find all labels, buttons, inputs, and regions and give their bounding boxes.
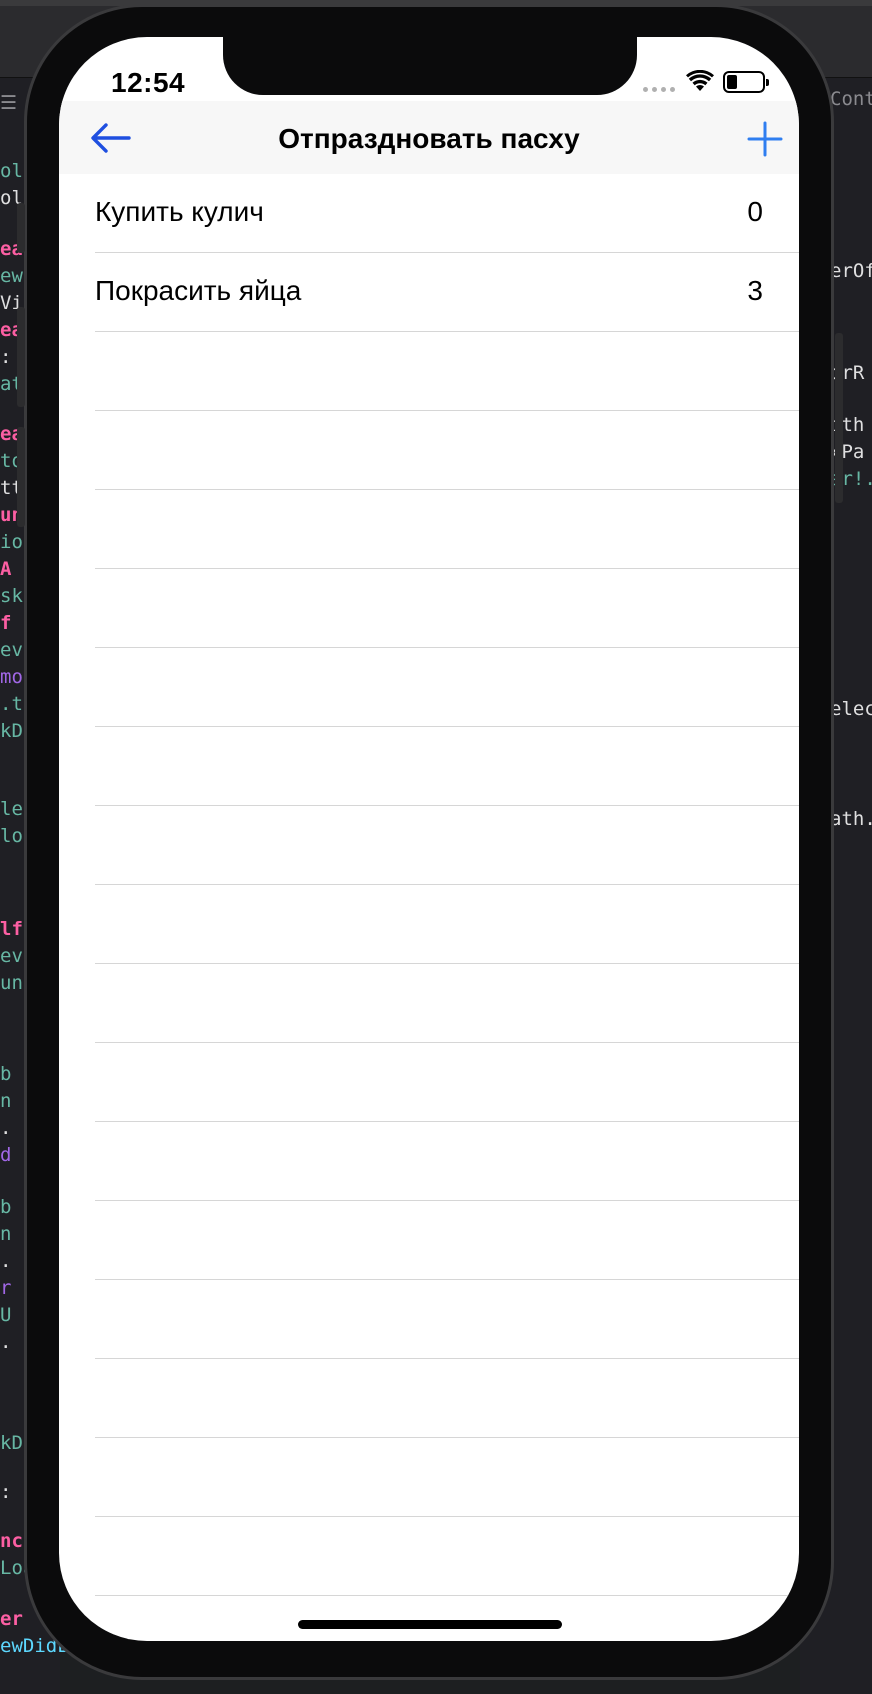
- empty-row: [95, 1438, 799, 1517]
- code-fragment: d: [0, 1144, 12, 1166]
- volume-up-button: [17, 307, 25, 407]
- task-count: 0: [747, 196, 763, 227]
- empty-row: [95, 411, 799, 490]
- code-fragment: io: [0, 531, 23, 553]
- code-fragment: n: [0, 1090, 12, 1112]
- code-fragment: er: [0, 1608, 23, 1630]
- code-fragment: un: [0, 972, 23, 994]
- plus-icon[interactable]: [745, 119, 785, 159]
- task-title: Купить кулич: [95, 196, 264, 227]
- table-row[interactable]: Купить кулич 0: [95, 174, 799, 253]
- wifi-icon: [686, 70, 714, 91]
- code-fragment: ev: [0, 639, 23, 661]
- code-fragment: sk: [0, 585, 23, 607]
- code-fragment: n: [0, 1223, 12, 1245]
- code-fragment: ev: [0, 945, 23, 967]
- code-fragment: :: [0, 346, 12, 368]
- code-fragment: erOf: [830, 260, 872, 282]
- empty-row: [95, 1517, 799, 1596]
- code-fragment: elec: [830, 698, 872, 720]
- battery-icon: [723, 71, 769, 93]
- code-fragment: .t: [0, 693, 23, 715]
- code-fragment: ew: [0, 265, 23, 287]
- code-fragment: kD: [0, 720, 23, 742]
- code-fragment: b: [0, 1063, 12, 1085]
- empty-row: [95, 332, 799, 411]
- task-table: Купить кулич 0 Покрасить яйца 3: [59, 174, 799, 1596]
- code-fragment: le: [0, 798, 23, 820]
- code-fragment: mo: [0, 666, 23, 688]
- code-fragment: lf: [0, 918, 23, 940]
- code-fragment: r: [0, 1277, 12, 1299]
- code-fragment: .: [0, 1250, 12, 1272]
- simulator-stage: ☰ ol ol ea ew Vi ea : at ea to tt un io …: [0, 0, 872, 1694]
- empty-row: [95, 1043, 799, 1122]
- empty-row: [95, 1201, 799, 1280]
- task-title: Покрасить яйца: [95, 275, 302, 306]
- code-fragment: f: [0, 612, 12, 634]
- code-fragment: b: [0, 1196, 12, 1218]
- task-count: 3: [747, 275, 763, 306]
- device-notch: [223, 37, 637, 95]
- code-fragment: ☰: [0, 92, 18, 114]
- code-fragment: lo: [0, 825, 23, 847]
- empty-row: [95, 1359, 799, 1438]
- navigation-bar: Отпраздновать пасху: [59, 101, 799, 174]
- page-title: Отпраздновать пасху: [278, 123, 580, 154]
- side-button: [835, 333, 843, 503]
- code-fragment: Cont: [830, 88, 872, 110]
- mute-switch: [17, 203, 25, 253]
- empty-row: [95, 648, 799, 727]
- empty-row: [95, 1280, 799, 1359]
- code-fragment: U: [0, 1304, 12, 1326]
- code-fragment: ath.: [830, 808, 872, 830]
- empty-row: [95, 727, 799, 806]
- code-fragment: .: [0, 1117, 12, 1139]
- code-fragment: A: [0, 558, 12, 580]
- code-fragment: kD: [0, 1432, 23, 1454]
- code-fragment: nc: [0, 1530, 23, 1552]
- phone-screen: 12:54 Отпраздновать пасху Купить кулич 0…: [59, 37, 799, 1641]
- empty-row: [95, 806, 799, 885]
- empty-row: [95, 569, 799, 648]
- volume-down-button: [17, 427, 25, 527]
- code-fragment: :: [0, 1481, 12, 1503]
- cellular-signal-icon: [643, 87, 675, 92]
- status-time: 12:54: [111, 67, 186, 98]
- code-fragment: ol: [0, 160, 23, 182]
- code-fragment: .: [0, 1331, 12, 1353]
- empty-row: [95, 964, 799, 1043]
- empty-row: [95, 490, 799, 569]
- empty-row: [95, 885, 799, 964]
- home-indicator[interactable]: [298, 1620, 562, 1629]
- empty-row: [95, 1122, 799, 1201]
- table-row[interactable]: Покрасить яйца 3: [95, 253, 799, 332]
